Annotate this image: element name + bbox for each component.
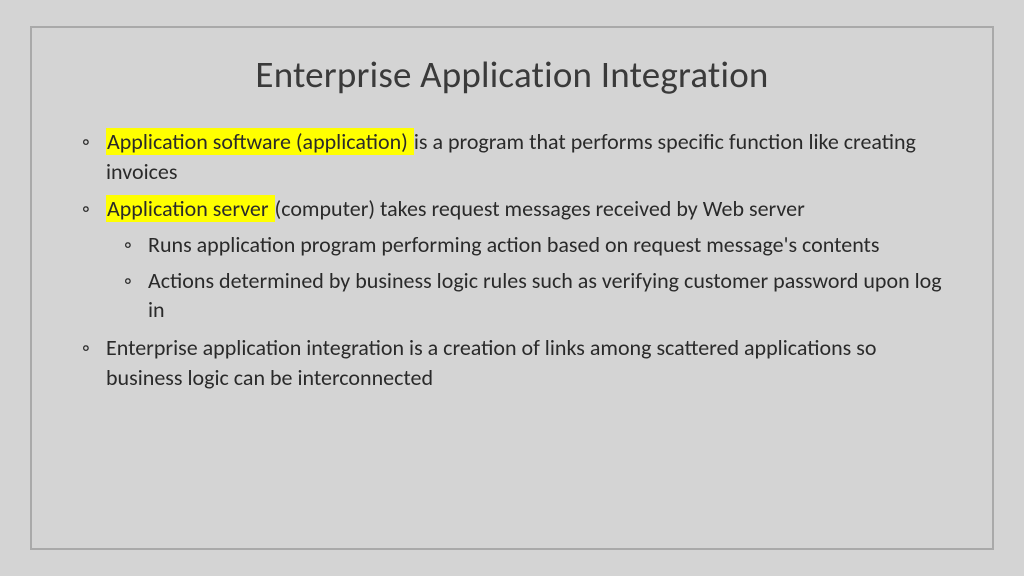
list-item: Runs application program performing acti… [124,230,942,260]
slide-frame: Enterprise Application Integration Appli… [30,26,994,550]
slide-title: Enterprise Application Integration [82,52,942,97]
highlighted-term: Application software (application) [106,128,414,155]
bullet-list: Application software (application) is a … [82,127,942,393]
highlighted-term: Application server [106,195,275,222]
list-item: Actions determined by business logic rul… [124,266,942,325]
bullet-text: Runs application program performing acti… [148,231,880,258]
bullet-text: Enterprise application integration is a … [106,334,876,391]
list-item: Application software (application) is a … [82,127,942,186]
sub-bullet-list: Runs application program performing acti… [106,230,942,325]
list-item: Enterprise application integration is a … [82,333,942,392]
list-item: Application server (computer) takes requ… [82,194,942,325]
bullet-text: Actions determined by business logic rul… [148,267,942,324]
bullet-text: (computer) takes request messages receiv… [275,195,805,222]
